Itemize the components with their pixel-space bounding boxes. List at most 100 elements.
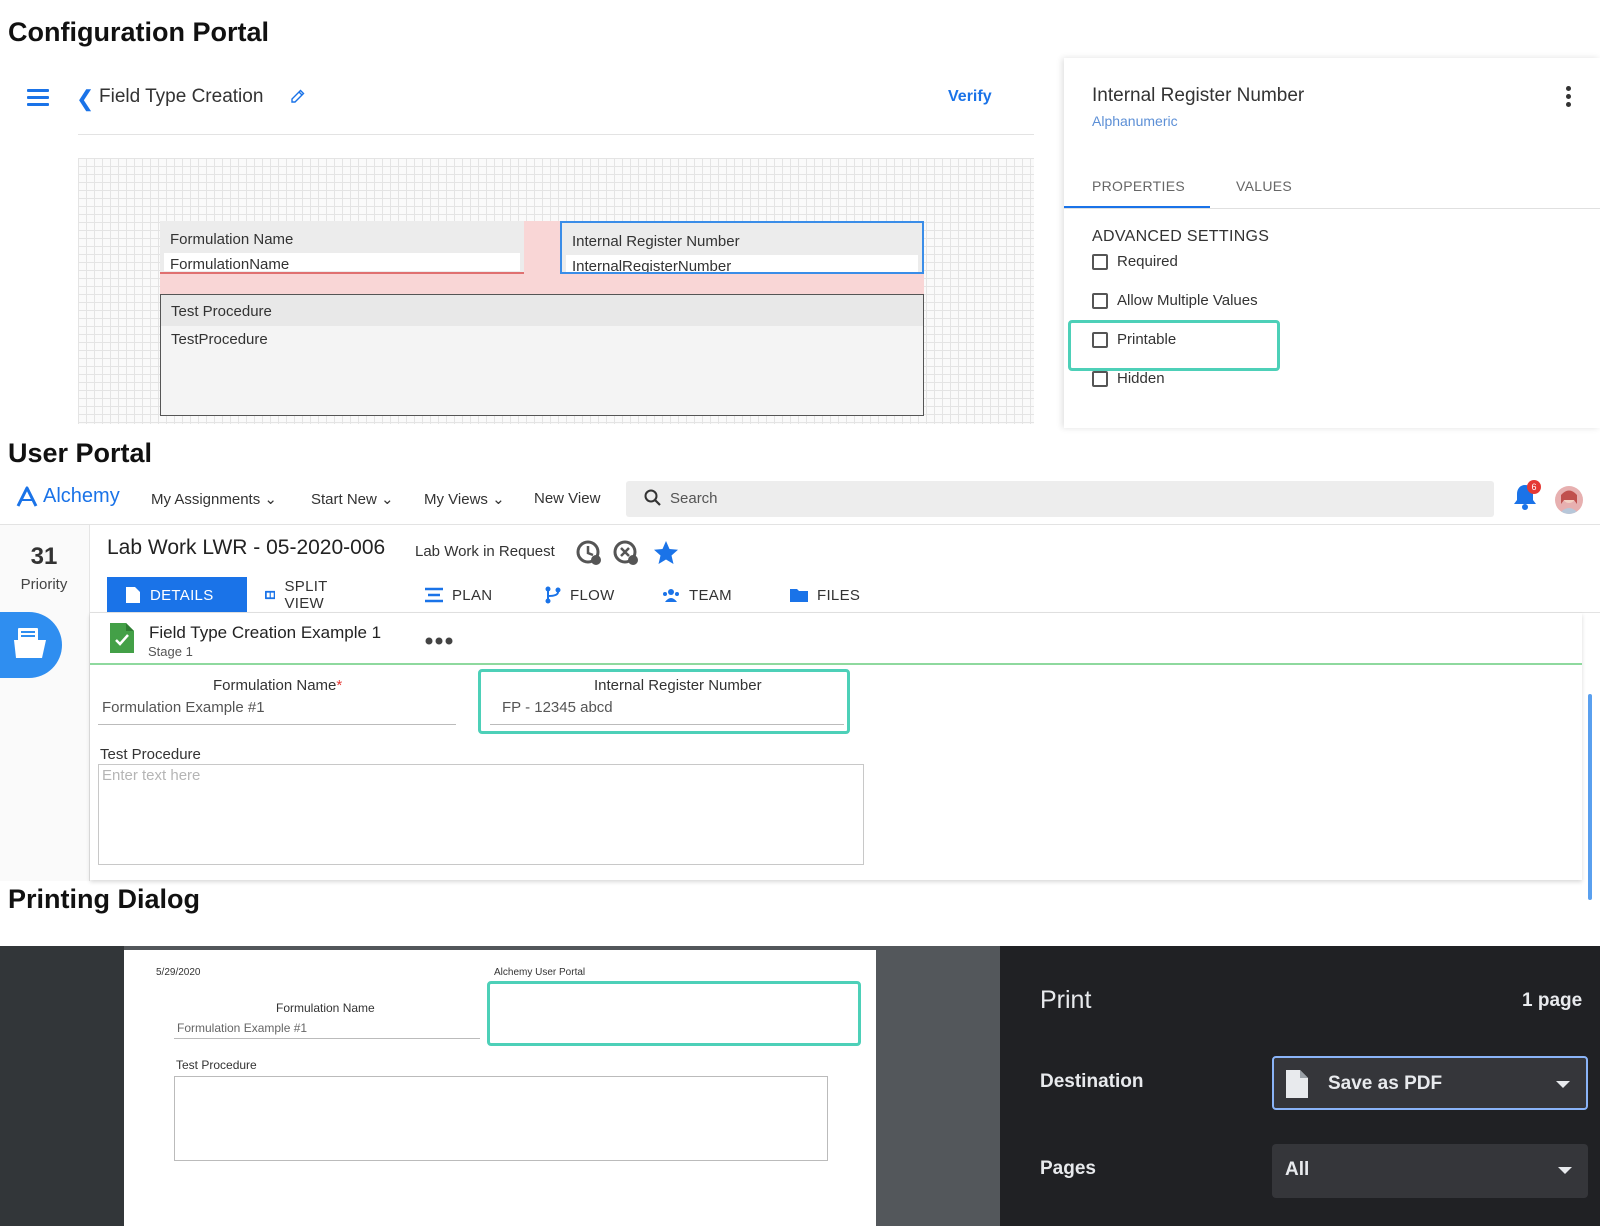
highlight-box <box>1068 320 1280 371</box>
formulation-name-value[interactable]: Formulation Example #1 <box>102 699 265 716</box>
textarea-placeholder: Enter text here <box>102 767 201 784</box>
print-field-label: Formulation Name <box>276 1001 375 1015</box>
destination-value: Save as PDF <box>1328 1073 1443 1094</box>
menu-icon[interactable] <box>27 89 49 107</box>
tab-details[interactable]: DETAILS <box>107 577 247 613</box>
test-procedure-textarea[interactable]: Enter text here <box>98 764 864 865</box>
split-view-icon <box>265 590 276 600</box>
star-icon[interactable] <box>652 539 680 572</box>
properties-panel: Internal Register Number Alphanumeric PR… <box>1064 58 1600 428</box>
nav-my-views[interactable]: My Views ⌄ <box>424 490 505 508</box>
print-date: 5/29/2020 <box>156 967 201 978</box>
verify-button[interactable]: Verify <box>948 88 992 106</box>
print-preview-page: 5/29/2020 Alchemy User Portal Formulatio… <box>124 950 876 1226</box>
avatar[interactable] <box>1555 486 1583 514</box>
field-value: FormulationName <box>170 256 290 271</box>
tab-plan[interactable]: PLAN <box>425 577 492 613</box>
pages-value: All <box>1285 1159 1310 1180</box>
print-field-underline <box>174 1038 480 1039</box>
logo-text: Alchemy <box>43 485 120 507</box>
checkbox-box[interactable] <box>1092 292 1108 309</box>
checkbox-box[interactable] <box>1092 253 1108 270</box>
drop-indicator <box>160 272 524 274</box>
page-title: Field Type Creation <box>99 86 264 107</box>
chevron-down-icon <box>1558 1167 1572 1174</box>
history-icon[interactable] <box>575 539 603 572</box>
drop-zone-highlight <box>160 274 924 294</box>
panel-subtitle: Alphanumeric <box>1092 113 1178 129</box>
search-placeholder: Search <box>670 490 718 507</box>
folder-icon <box>790 589 808 602</box>
checkbox-label: Required <box>1117 253 1178 270</box>
more-options-icon[interactable] <box>1566 86 1572 108</box>
top-nav: Alchemy My Assignments ⌄ Start New ⌄ My … <box>0 474 1600 524</box>
canvas-field-internal-register-number[interactable]: Internal Register Number InternalRegiste… <box>560 221 924 274</box>
record-title: Lab Work LWR - 05-2020-006 <box>107 536 386 559</box>
search-icon <box>644 489 662 512</box>
back-icon[interactable]: ❮ <box>76 86 94 112</box>
form-stage: Stage 1 <box>148 644 193 659</box>
field-value: TestProcedure <box>171 331 268 348</box>
section-title-config: Configuration Portal <box>8 17 269 47</box>
print-textarea <box>174 1076 828 1161</box>
canvas-field-formulation-name[interactable]: Formulation Name FormulationName <box>160 221 524 274</box>
tab-team[interactable]: TEAM <box>662 577 732 613</box>
print-header: Alchemy User Portal <box>494 967 586 978</box>
document-icon <box>1286 1070 1308 1103</box>
field-header <box>161 295 923 326</box>
checkbox-hidden[interactable]: Hidden <box>1092 370 1165 387</box>
pages-label: Pages <box>1040 1158 1096 1179</box>
edit-icon[interactable] <box>289 88 307 111</box>
print-field-label: Test Procedure <box>176 1058 257 1072</box>
panel-title: Internal Register Number <box>1092 85 1305 106</box>
field-value: InternalRegisterNumber <box>572 258 732 273</box>
print-preview-margin <box>0 946 124 1226</box>
tab-properties[interactable]: PROPERTIES <box>1092 178 1185 194</box>
header-divider <box>78 134 1034 135</box>
tab-values[interactable]: VALUES <box>1236 178 1292 194</box>
form-document-icon <box>110 623 134 658</box>
document-icon <box>126 587 140 603</box>
section-title-user: User Portal <box>8 438 153 468</box>
field-label: Test Procedure <box>171 303 272 320</box>
section-heading: ADVANCED SETTINGS <box>1092 228 1270 245</box>
cancel-history-icon[interactable] <box>612 539 640 572</box>
priority-rail: 31 Priority <box>0 525 90 881</box>
canvas-field-test-procedure[interactable]: Test Procedure TestProcedure <box>160 294 924 416</box>
app-logo[interactable]: Alchemy <box>16 485 120 508</box>
destination-select[interactable]: Save as PDF <box>1272 1056 1588 1110</box>
tab-split-view[interactable]: SPLIT VIEW <box>265 577 335 613</box>
tab-files[interactable]: FILES <box>790 577 860 613</box>
flow-icon <box>545 586 561 604</box>
checkbox-box[interactable] <box>1092 370 1108 387</box>
folder-open-icon <box>14 628 46 658</box>
checkbox-label: Allow Multiple Values <box>1117 292 1258 309</box>
record-status: Lab Work in Request <box>415 543 555 560</box>
nav-my-assignments[interactable]: My Assignments ⌄ <box>151 490 277 508</box>
nav-divider <box>0 524 1600 525</box>
plan-icon <box>425 587 443 603</box>
tab-divider <box>1064 208 1600 209</box>
checkbox-required[interactable]: Required <box>1092 253 1178 270</box>
scrollbar[interactable] <box>1588 694 1592 900</box>
chevron-down-icon <box>1556 1081 1570 1088</box>
print-field-value: Formulation Example #1 <box>177 1021 308 1035</box>
print-title: Print <box>1040 986 1092 1014</box>
pages-select[interactable]: All <box>1272 1144 1588 1198</box>
highlight-box <box>487 981 861 1046</box>
highlight-box <box>478 669 850 734</box>
nav-start-new[interactable]: Start New ⌄ <box>311 490 394 508</box>
field-label: Formulation Name <box>170 231 294 248</box>
tab-flow[interactable]: FLOW <box>545 577 615 613</box>
checkbox-allow-multiple[interactable]: Allow Multiple Values <box>1092 292 1258 309</box>
priority-label: Priority <box>20 576 68 593</box>
form-card: Field Type Creation Example 1 Stage 1 Fo… <box>90 613 1582 880</box>
form-title: Field Type Creation Example 1 <box>149 623 382 642</box>
field-input: InternalRegisterNumber <box>566 255 918 273</box>
search-input[interactable]: Search <box>626 481 1494 517</box>
nav-new-view[interactable]: New View <box>534 490 600 507</box>
more-options-icon[interactable] <box>425 633 453 651</box>
page-count: 1 page <box>1522 990 1583 1011</box>
print-settings-panel: Print 1 page Destination Save as PDF Pag… <box>1000 946 1600 1226</box>
form-divider <box>90 663 1582 665</box>
